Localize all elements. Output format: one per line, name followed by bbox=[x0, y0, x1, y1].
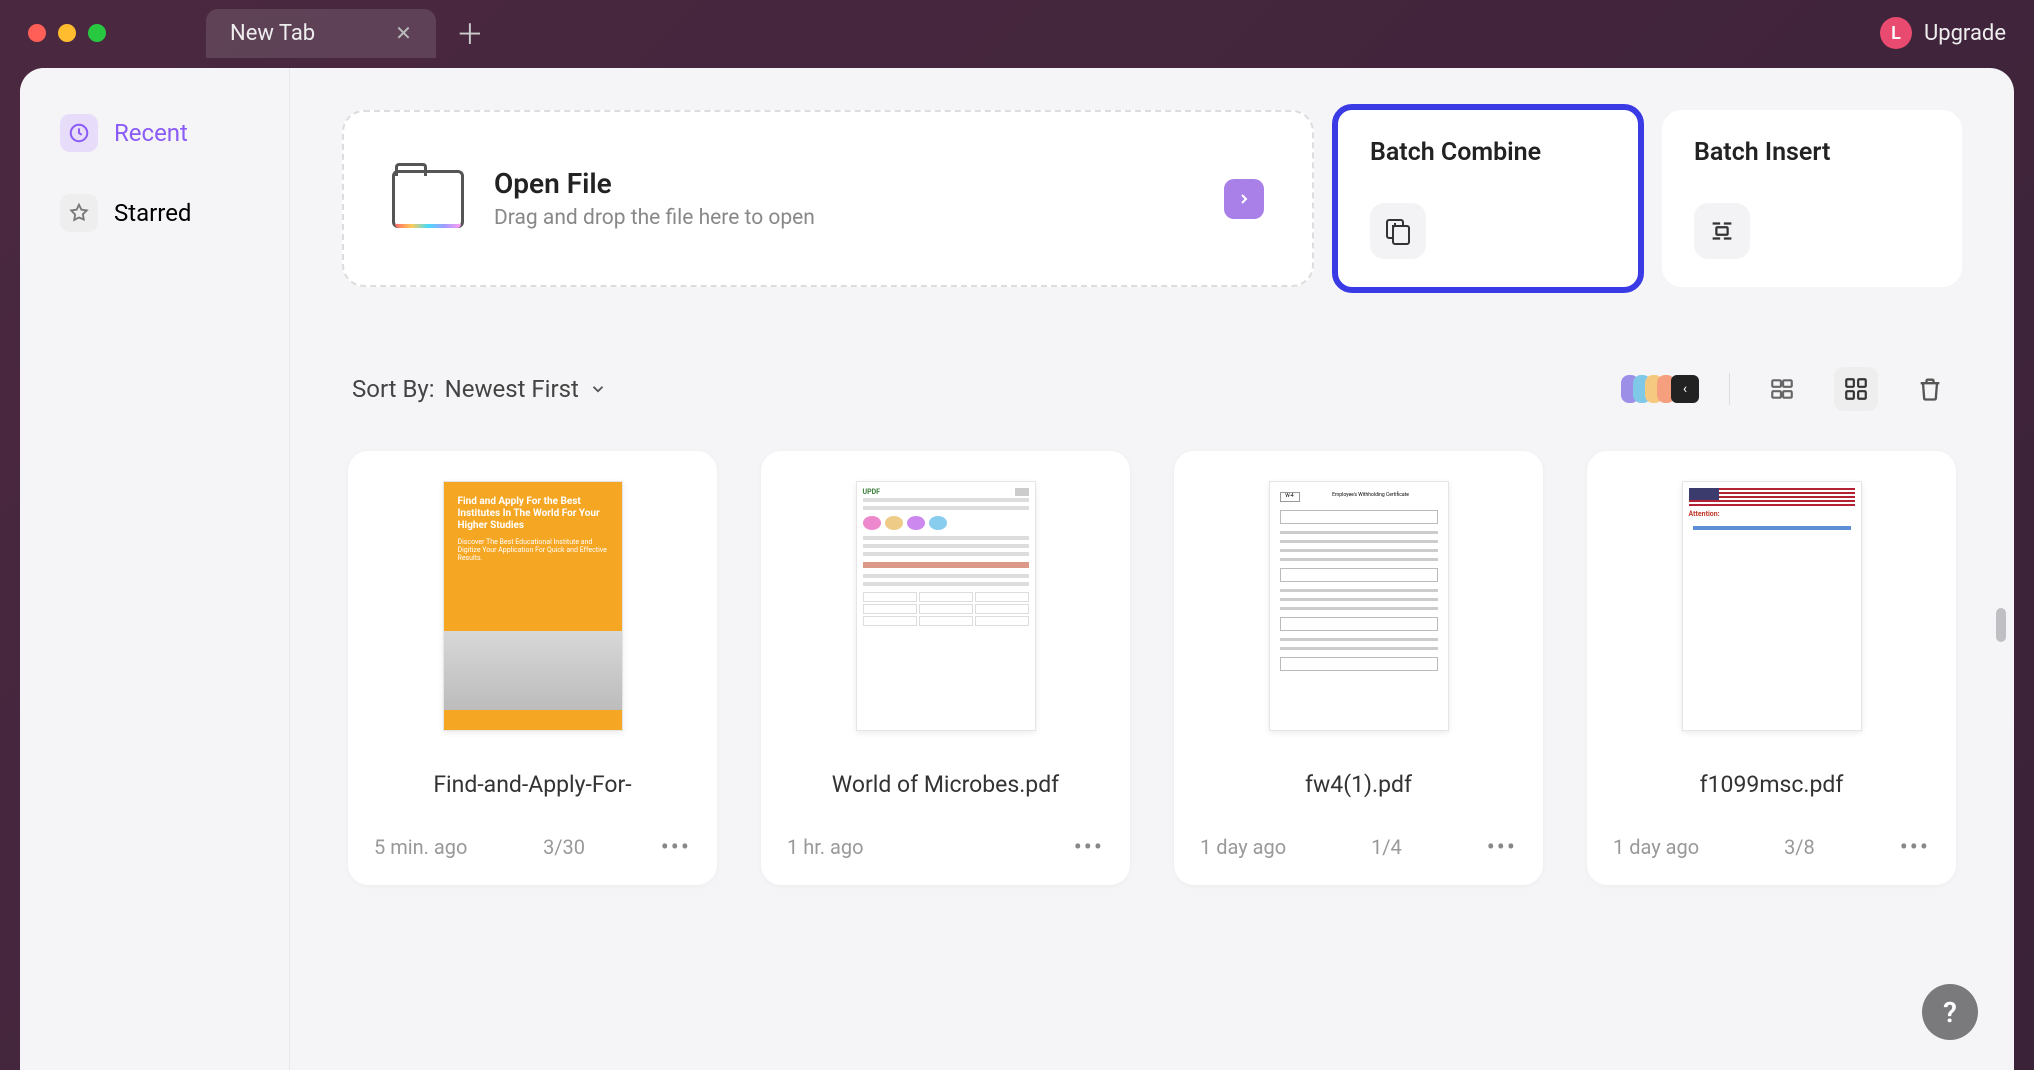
grid-view-button[interactable] bbox=[1834, 367, 1878, 411]
more-options-icon[interactable]: ••• bbox=[1074, 833, 1104, 861]
sidebar-item-starred[interactable]: Starred bbox=[42, 178, 267, 248]
file-card[interactable]: Find and Apply For the Best Institutes I… bbox=[348, 451, 717, 885]
sidebar: Recent Starred bbox=[20, 68, 290, 1070]
file-meta: 1 hr. ago ••• bbox=[787, 833, 1104, 861]
avatar-initial: L bbox=[1891, 23, 1901, 44]
sidebar-item-label: Recent bbox=[114, 119, 188, 147]
open-file-text: Open File Drag and drop the file here to… bbox=[494, 167, 815, 230]
file-pages: 3/30 bbox=[543, 835, 585, 859]
app-window: Recent Starred Open File Drag and drop t… bbox=[20, 68, 2014, 1070]
clock-icon bbox=[60, 114, 98, 152]
file-name: Find-and-Apply-For- bbox=[374, 755, 691, 815]
file-time: 1 hr. ago bbox=[787, 835, 864, 859]
file-thumbnail: Find and Apply For the Best Institutes I… bbox=[443, 481, 623, 731]
file-name: fw4(1).pdf bbox=[1200, 755, 1517, 815]
more-options-icon[interactable]: ••• bbox=[1900, 833, 1930, 861]
file-card[interactable]: Attention: f1099msc.pdf 1 day ago 3/8 ••… bbox=[1587, 451, 1956, 885]
maximize-window-button[interactable] bbox=[88, 24, 106, 42]
upgrade-link[interactable]: Upgrade bbox=[1924, 21, 2006, 46]
color-filter[interactable]: ‹ bbox=[1627, 375, 1699, 403]
file-thumbnail: UPDF bbox=[856, 481, 1036, 731]
file-name: World of Microbes.pdf bbox=[787, 755, 1104, 815]
open-file-title: Open File bbox=[494, 167, 815, 200]
action-row: Open File Drag and drop the file here to… bbox=[342, 110, 1962, 287]
file-thumbnail: W-4Employee's Withholding Certificate bbox=[1269, 481, 1449, 731]
file-thumbnail: Attention: bbox=[1682, 481, 1862, 731]
file-pages: 1/4 bbox=[1371, 835, 1402, 859]
view-controls: ‹ bbox=[1627, 367, 1952, 411]
file-meta: 1 day ago 3/8 ••• bbox=[1613, 833, 1930, 861]
list-controls: Sort By: Newest First ‹ bbox=[342, 367, 1962, 411]
batch-combine-label: Batch Combine bbox=[1370, 138, 1606, 167]
sidebar-item-recent[interactable]: Recent bbox=[42, 98, 267, 168]
help-icon: ? bbox=[1943, 996, 1957, 1029]
chevron-down-icon bbox=[589, 380, 607, 398]
minimize-window-button[interactable] bbox=[58, 24, 76, 42]
file-time: 5 min. ago bbox=[374, 835, 467, 859]
tab-title: New Tab bbox=[230, 21, 315, 46]
file-pages: 3/8 bbox=[1784, 835, 1815, 859]
scrollbar[interactable] bbox=[1996, 608, 2006, 642]
titlebar-right: L Upgrade bbox=[1880, 17, 2006, 49]
main-area: Open File Drag and drop the file here to… bbox=[290, 68, 2014, 1070]
file-card[interactable]: W-4Employee's Withholding Certificate fw… bbox=[1174, 451, 1543, 885]
more-options-icon[interactable]: ••• bbox=[661, 833, 691, 861]
close-window-button[interactable] bbox=[28, 24, 46, 42]
insert-page-icon bbox=[1694, 203, 1750, 259]
more-options-icon[interactable]: ••• bbox=[1487, 833, 1517, 861]
open-file-subtitle: Drag and drop the file here to open bbox=[494, 206, 815, 230]
list-view-button[interactable] bbox=[1760, 367, 1804, 411]
file-card[interactable]: UPDF World of Microbes.pdf 1 hr. ago bbox=[761, 451, 1130, 885]
file-time: 1 day ago bbox=[1200, 835, 1286, 859]
open-file-go-button[interactable] bbox=[1224, 179, 1264, 219]
batch-insert-label: Batch Insert bbox=[1694, 138, 1930, 167]
new-tab-button[interactable]: ＋ bbox=[456, 13, 484, 53]
folder-icon bbox=[392, 170, 464, 228]
open-file-card[interactable]: Open File Drag and drop the file here to… bbox=[342, 110, 1314, 287]
avatar[interactable]: L bbox=[1880, 17, 1912, 49]
help-button[interactable]: ? bbox=[1922, 984, 1978, 1040]
sort-prefix: Sort By: bbox=[352, 375, 435, 403]
chevron-left-icon: ‹ bbox=[1671, 375, 1699, 403]
batch-combine-card[interactable]: Batch Combine bbox=[1338, 110, 1638, 287]
batch-insert-card[interactable]: Batch Insert bbox=[1662, 110, 1962, 287]
window-controls bbox=[28, 24, 106, 42]
file-meta: 5 min. ago 3/30 ••• bbox=[374, 833, 691, 861]
file-grid: Find and Apply For the Best Institutes I… bbox=[342, 451, 1962, 885]
trash-button[interactable] bbox=[1908, 367, 1952, 411]
file-name: f1099msc.pdf bbox=[1613, 755, 1930, 815]
file-meta: 1 day ago 1/4 ••• bbox=[1200, 833, 1517, 861]
file-time: 1 day ago bbox=[1613, 835, 1699, 859]
titlebar: New Tab ✕ ＋ L Upgrade bbox=[0, 0, 2034, 66]
star-icon bbox=[60, 194, 98, 232]
sort-value: Newest First bbox=[445, 375, 579, 403]
browser-tab[interactable]: New Tab ✕ bbox=[206, 9, 436, 58]
divider bbox=[1729, 373, 1730, 405]
sort-dropdown[interactable]: Sort By: Newest First bbox=[352, 375, 607, 403]
sidebar-item-label: Starred bbox=[114, 199, 191, 227]
combine-files-icon bbox=[1370, 203, 1426, 259]
close-tab-icon[interactable]: ✕ bbox=[395, 21, 412, 45]
